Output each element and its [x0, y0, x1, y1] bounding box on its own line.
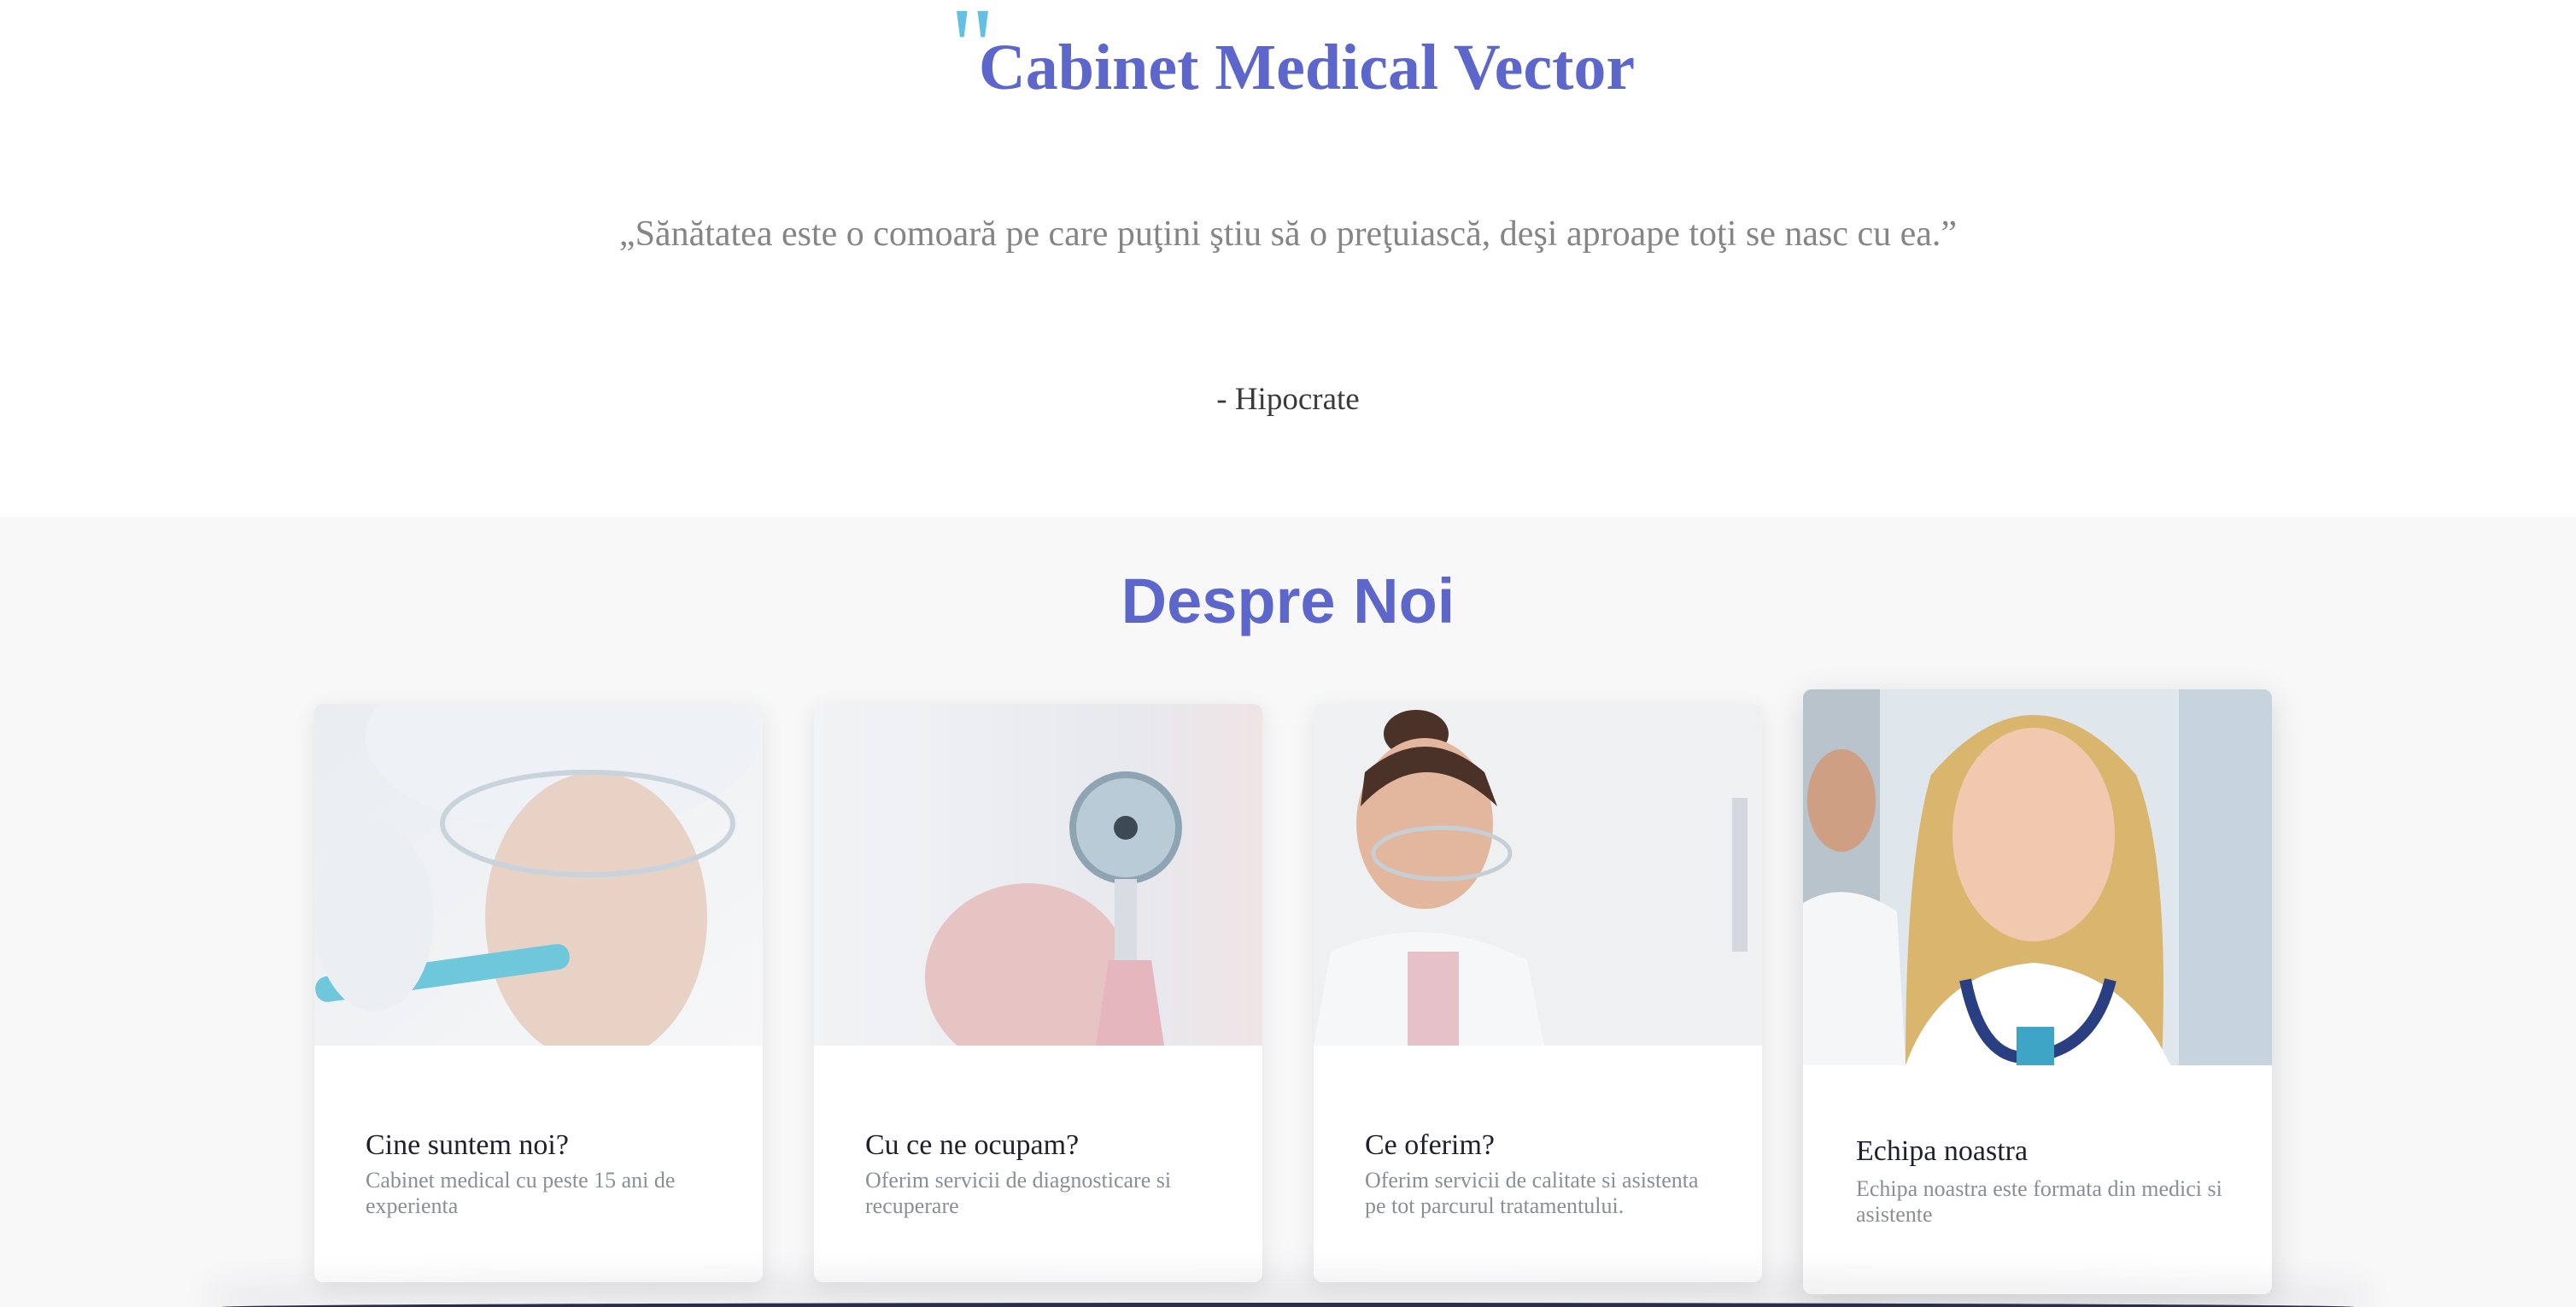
site-title: Cabinet Medical Vector — [978, 32, 1636, 103]
card-description: Oferim servicii de calitate si asistenta… — [1365, 1168, 1699, 1218]
about-section: Despre Noi Cine suntem noi? Cabinet medi… — [0, 517, 2576, 1307]
scientist-image — [1314, 704, 1762, 1046]
footer-edge — [222, 1303, 2354, 1307]
about-card[interactable]: Cu ce ne ocupam? Oferim servicii de diag… — [814, 704, 1262, 1282]
card-description: Oferim servicii de diagnosticare si recu… — [865, 1168, 1172, 1218]
card-description: Echipa noastra este formata din medici s… — [1856, 1176, 2222, 1227]
card-description: Cabinet medical cu peste 15 ani de exper… — [366, 1168, 676, 1218]
doctor-image — [1803, 689, 2272, 1065]
card-title: Cu ce ne ocupam? — [865, 1129, 1080, 1161]
card-title: Echipa noastra — [1856, 1135, 2029, 1167]
quote-author: - Hipocrate — [1216, 382, 1360, 417]
stethoscope-image — [814, 704, 1262, 1046]
about-card[interactable]: Ce oferim? Oferim servicii de calitate s… — [1314, 704, 1762, 1282]
hero-quote: „Sănătatea este o comoară pe care puţini… — [618, 214, 1958, 254]
about-card[interactable]: Cine suntem noi? Cabinet medical cu pest… — [314, 704, 763, 1282]
card-title: Cine suntem noi? — [366, 1129, 569, 1161]
about-card[interactable]: Echipa noastra Echipa noastra este forma… — [1803, 689, 2272, 1294]
lab-technician-image — [314, 704, 763, 1046]
hero-section: " Cabinet Medical Vector „Sănătatea este… — [0, 0, 2576, 517]
card-title: Ce oferim? — [1365, 1129, 1495, 1161]
about-title: Despre Noi — [1121, 566, 1455, 636]
